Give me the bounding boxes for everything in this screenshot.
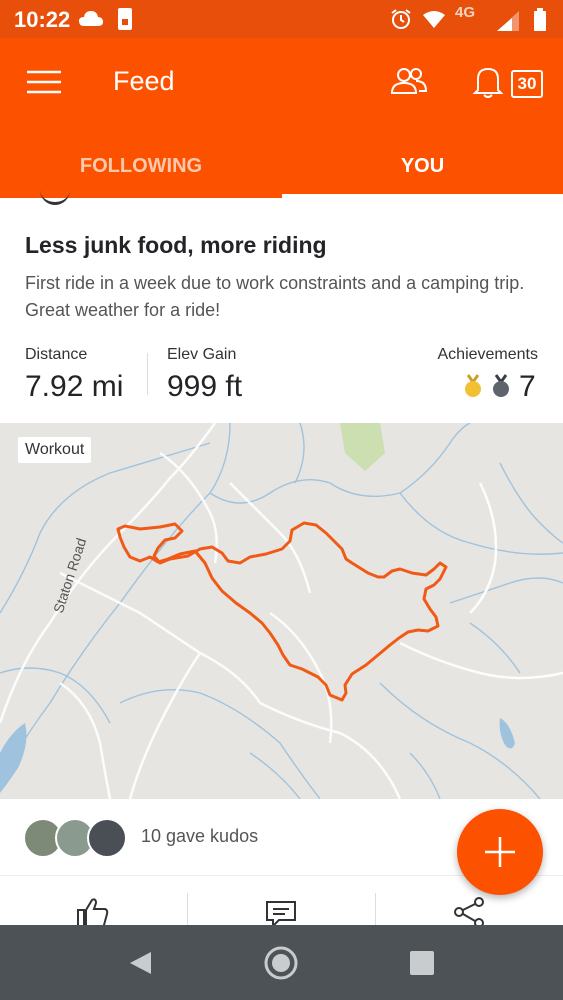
activity-title[interactable]: Less junk food, more riding — [25, 232, 327, 259]
tab-you[interactable]: YOU — [282, 134, 563, 198]
stat-divider — [147, 353, 148, 395]
achievements-count: 7 — [519, 370, 536, 403]
system-nav-bar — [0, 925, 563, 1000]
thumbs-up-icon[interactable] — [76, 896, 110, 928]
notification-count[interactable]: 30 — [511, 70, 543, 98]
feed-tabs: FOLLOWING YOU — [0, 134, 563, 198]
elev-gain-label: Elev Gain — [167, 346, 237, 363]
status-time: 10:22 — [14, 7, 71, 32]
athletes-icon[interactable] — [390, 66, 428, 96]
kudos-count[interactable]: 10 gave kudos — [141, 826, 258, 847]
gold-medal-icon — [465, 374, 481, 397]
distance-label: Distance — [25, 346, 88, 363]
add-activity-button[interactable] — [457, 809, 543, 895]
recents-icon[interactable] — [409, 950, 435, 976]
avatar-partial — [40, 184, 70, 205]
gray-medal-icon — [493, 374, 509, 397]
signal-icon — [497, 11, 519, 31]
comment-icon[interactable] — [265, 900, 297, 928]
route-track — [116, 521, 448, 702]
achievements-label: Achievements — [437, 346, 539, 363]
network-type: 4G — [455, 4, 476, 21]
activity-card[interactable]: Less junk food, more riding First ride i… — [0, 198, 563, 423]
menu-icon[interactable] — [26, 70, 62, 94]
action-divider — [187, 893, 188, 926]
avatar[interactable] — [87, 818, 127, 858]
distance-value: 7.92 mi — [25, 370, 124, 403]
battery-icon — [534, 8, 546, 31]
sim-icon — [118, 8, 132, 30]
elev-gain-value: 999 ft — [167, 370, 243, 403]
share-icon[interactable] — [452, 896, 486, 928]
home-icon[interactable] — [263, 945, 299, 981]
route-map[interactable]: Workout Staton Road — [0, 423, 563, 799]
plus-icon — [485, 837, 515, 867]
page-title: Feed — [113, 66, 175, 96]
wifi-icon — [423, 11, 445, 28]
map-canvas — [0, 423, 563, 799]
activity-description: First ride in a week due to work constra… — [25, 273, 525, 320]
alarm-icon — [391, 9, 411, 29]
workout-tag: Workout — [18, 437, 92, 463]
app-bar: Feed 30 FOLLOWING YOU — [0, 38, 563, 198]
cloud-icon — [79, 11, 103, 26]
bell-icon[interactable] — [472, 64, 504, 100]
back-icon[interactable] — [127, 950, 153, 976]
status-bar: 10:22 4G — [0, 0, 563, 38]
action-divider — [375, 893, 376, 926]
